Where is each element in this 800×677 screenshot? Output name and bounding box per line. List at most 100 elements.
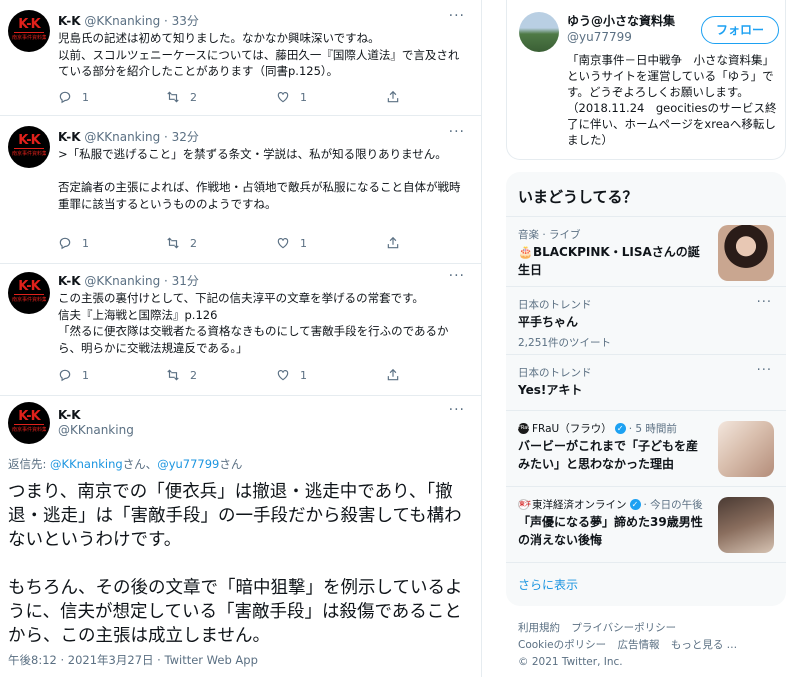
trend-category: 日本のトレンド xyxy=(518,367,592,379)
avatar[interactable]: K-K 南京事件資料集 xyxy=(8,10,50,52)
user-handle[interactable]: @KKnanking xyxy=(58,423,134,437)
profile-handle[interactable]: @yu77799 xyxy=(567,30,632,44)
share-icon xyxy=(387,368,399,381)
reply-user-link[interactable]: @KKnanking xyxy=(50,457,123,471)
tweet[interactable]: K-K 南京事件資料集 K-K @KKnanking · 31分 ··· この主… xyxy=(0,264,481,396)
trend-category: 日本のトレンド xyxy=(518,299,592,311)
more-options-icon[interactable]: ··· xyxy=(449,124,465,140)
news-source: 東洋 東洋経済オンライン ✓ · 今日の午後 xyxy=(518,497,703,512)
retweet-button[interactable]: 2 xyxy=(166,368,197,382)
retweet-button[interactable]: 2 xyxy=(166,90,197,104)
like-count: 1 xyxy=(300,368,307,382)
user-name[interactable]: K-K xyxy=(58,14,81,28)
profile-name[interactable]: ゆう@小さな資料集 xyxy=(567,12,675,29)
profile-card: ゆう@小さな資料集 @yu77799 フォロー 「南京事件－日中戦争 小さな資料… xyxy=(506,0,786,160)
avatar[interactable]: K-K 南京事件資料集 xyxy=(8,272,50,314)
more-options-icon[interactable]: ··· xyxy=(449,8,465,24)
tweet[interactable]: K-K 南京事件資料集 K-K @KKnanking · 33分 ··· 児島氏… xyxy=(0,0,481,116)
tweet-time[interactable]: · 31分 xyxy=(164,274,199,288)
trend-item[interactable]: 日本のトレンド Yes!アキト ··· xyxy=(506,354,786,410)
tweet-text: 児島氏の記述は初めて知りました。なかなか興味深いですね。 以前、スコルツェニーケ… xyxy=(58,31,460,78)
avatar[interactable]: K-K 南京事件資料集 xyxy=(8,126,50,168)
avatar-divider xyxy=(14,424,44,425)
trend-thumbnail xyxy=(718,225,774,281)
tweet-header: K-K @KKnanking · 33分 xyxy=(58,12,199,29)
share-button[interactable] xyxy=(386,90,400,104)
avatar-logo: K-K xyxy=(18,17,40,32)
timeline-column: K-K 南京事件資料集 K-K @KKnanking · 33分 ··· 児島氏… xyxy=(0,0,482,677)
news-time: · 今日の午後 xyxy=(643,499,703,511)
reply-mid: さん、 xyxy=(122,457,158,471)
reply-button[interactable]: 1 xyxy=(58,90,89,104)
more-options-icon[interactable]: ··· xyxy=(449,402,465,418)
follow-button[interactable]: フォロー xyxy=(701,16,779,44)
avatar-subtext: 南京事件資料集 xyxy=(12,297,46,303)
avatar-divider xyxy=(14,148,44,149)
reply-button[interactable]: 1 xyxy=(58,368,89,382)
more-options-icon[interactable]: ··· xyxy=(757,295,772,310)
share-button[interactable] xyxy=(386,368,400,382)
news-source-name: FRaU（フラウ） xyxy=(532,423,612,435)
avatar-logo: K-K xyxy=(18,279,40,294)
trend-item[interactable]: 日本のトレンド 平手ちゃん 2,251件のツイート ··· xyxy=(506,286,786,354)
show-more-link[interactable]: さらに表示 xyxy=(518,576,578,593)
trend-item[interactable]: 音楽 · ライブ 🎂BLACKPINK・LISAさんの誕生日 xyxy=(506,216,786,286)
source-logo-icon: 東洋 xyxy=(518,499,532,510)
sidebar: ゆう@小さな資料集 @yu77799 フォロー 「南京事件－日中戦争 小さな資料… xyxy=(482,0,800,677)
avatar-logo: K-K xyxy=(18,133,40,148)
reply-to: 返信先: @KKnankingさん、@yu77799さん xyxy=(8,456,242,472)
tweet-time[interactable]: · 33分 xyxy=(164,14,199,28)
user-name[interactable]: K-K xyxy=(58,408,81,422)
user-name[interactable]: K-K xyxy=(58,130,81,144)
heart-icon xyxy=(277,370,289,381)
more-options-icon[interactable]: ··· xyxy=(449,268,465,284)
like-button[interactable]: 1 xyxy=(276,236,307,250)
share-button[interactable] xyxy=(386,236,400,250)
avatar[interactable]: K-K 南京事件資料集 xyxy=(8,402,50,444)
tweet-header: K-K @KKnanking · 32分 xyxy=(58,128,199,145)
retweet-count: 2 xyxy=(190,368,197,382)
source-logo-icon: FRaU xyxy=(518,423,531,434)
avatar-subtext: 南京事件資料集 xyxy=(12,427,46,433)
news-item[interactable]: 東洋 東洋経済オンライン ✓ · 今日の午後 「声優になる夢」諦めた39歳男性の… xyxy=(506,486,786,562)
footer-link-more[interactable]: もっと見る … xyxy=(671,639,737,651)
copyright: © 2021 Twitter, Inc. xyxy=(518,656,623,668)
trend-title: Yes!アキト xyxy=(518,383,583,397)
like-button[interactable]: 1 xyxy=(276,90,307,104)
footer-link-terms[interactable]: 利用規約 xyxy=(518,622,560,634)
avatar-logo: K-K xyxy=(18,409,40,424)
user-handle[interactable]: @KKnanking xyxy=(84,130,160,144)
reply-icon xyxy=(59,369,71,382)
like-count: 1 xyxy=(300,236,307,250)
footer-link-cookies[interactable]: Cookieのポリシー xyxy=(518,639,606,651)
reply-button[interactable]: 1 xyxy=(58,236,89,250)
tweet-header: K-K @KKnanking · 31分 xyxy=(58,272,199,289)
news-item[interactable]: FRaU FRaU（フラウ） ✓ · 5 時間前 バービーがこれまで「子どもを産… xyxy=(506,410,786,486)
retweet-button[interactable]: 2 xyxy=(166,236,197,250)
like-button[interactable]: 1 xyxy=(276,368,307,382)
tweet[interactable]: K-K 南京事件資料集 K-K @KKnanking · 32分 ··· >「私… xyxy=(0,116,481,264)
tweet-actions: 1 2 1 xyxy=(58,368,418,384)
avatar-divider xyxy=(14,294,44,295)
news-time: · 5 時間前 xyxy=(628,423,677,435)
footer-link-privacy[interactable]: プライバシーポリシー xyxy=(571,622,676,634)
reply-user-link[interactable]: @yu77799 xyxy=(157,457,219,471)
avatar-divider xyxy=(14,32,44,33)
footer-link-ads[interactable]: 広告情報 xyxy=(617,639,659,651)
reply-count: 1 xyxy=(82,90,89,104)
heart-icon xyxy=(277,92,289,103)
user-handle[interactable]: @KKnanking xyxy=(84,274,160,288)
profile-avatar[interactable] xyxy=(519,12,559,52)
more-options-icon[interactable]: ··· xyxy=(757,363,772,378)
profile-bio: 「南京事件－日中戦争 小さな資料集」というサイトを運営している「ゆう」です。どう… xyxy=(567,53,777,147)
tweet-text: >「私服で逃げること」を禁ずる条文・学説は、私が知る限りありません。 否定論者の… xyxy=(58,147,461,211)
tweet-time[interactable]: · 32分 xyxy=(164,130,199,144)
tweet-timestamp[interactable]: 午後8:12 · 2021年3月27日 · Twitter Web App xyxy=(8,652,258,668)
reply-count: 1 xyxy=(82,236,89,250)
user-name[interactable]: K-K xyxy=(58,274,81,288)
news-title: 「声優になる夢」諦めた39歳男性の消えない後悔 xyxy=(518,515,703,547)
like-count: 1 xyxy=(300,90,307,104)
news-source-name: 東洋経済オンライン xyxy=(532,499,627,511)
footer: 利用規約 プライバシーポリシー Cookieのポリシー 広告情報 もっと見る …… xyxy=(518,620,778,671)
user-handle[interactable]: @KKnanking xyxy=(84,14,160,28)
